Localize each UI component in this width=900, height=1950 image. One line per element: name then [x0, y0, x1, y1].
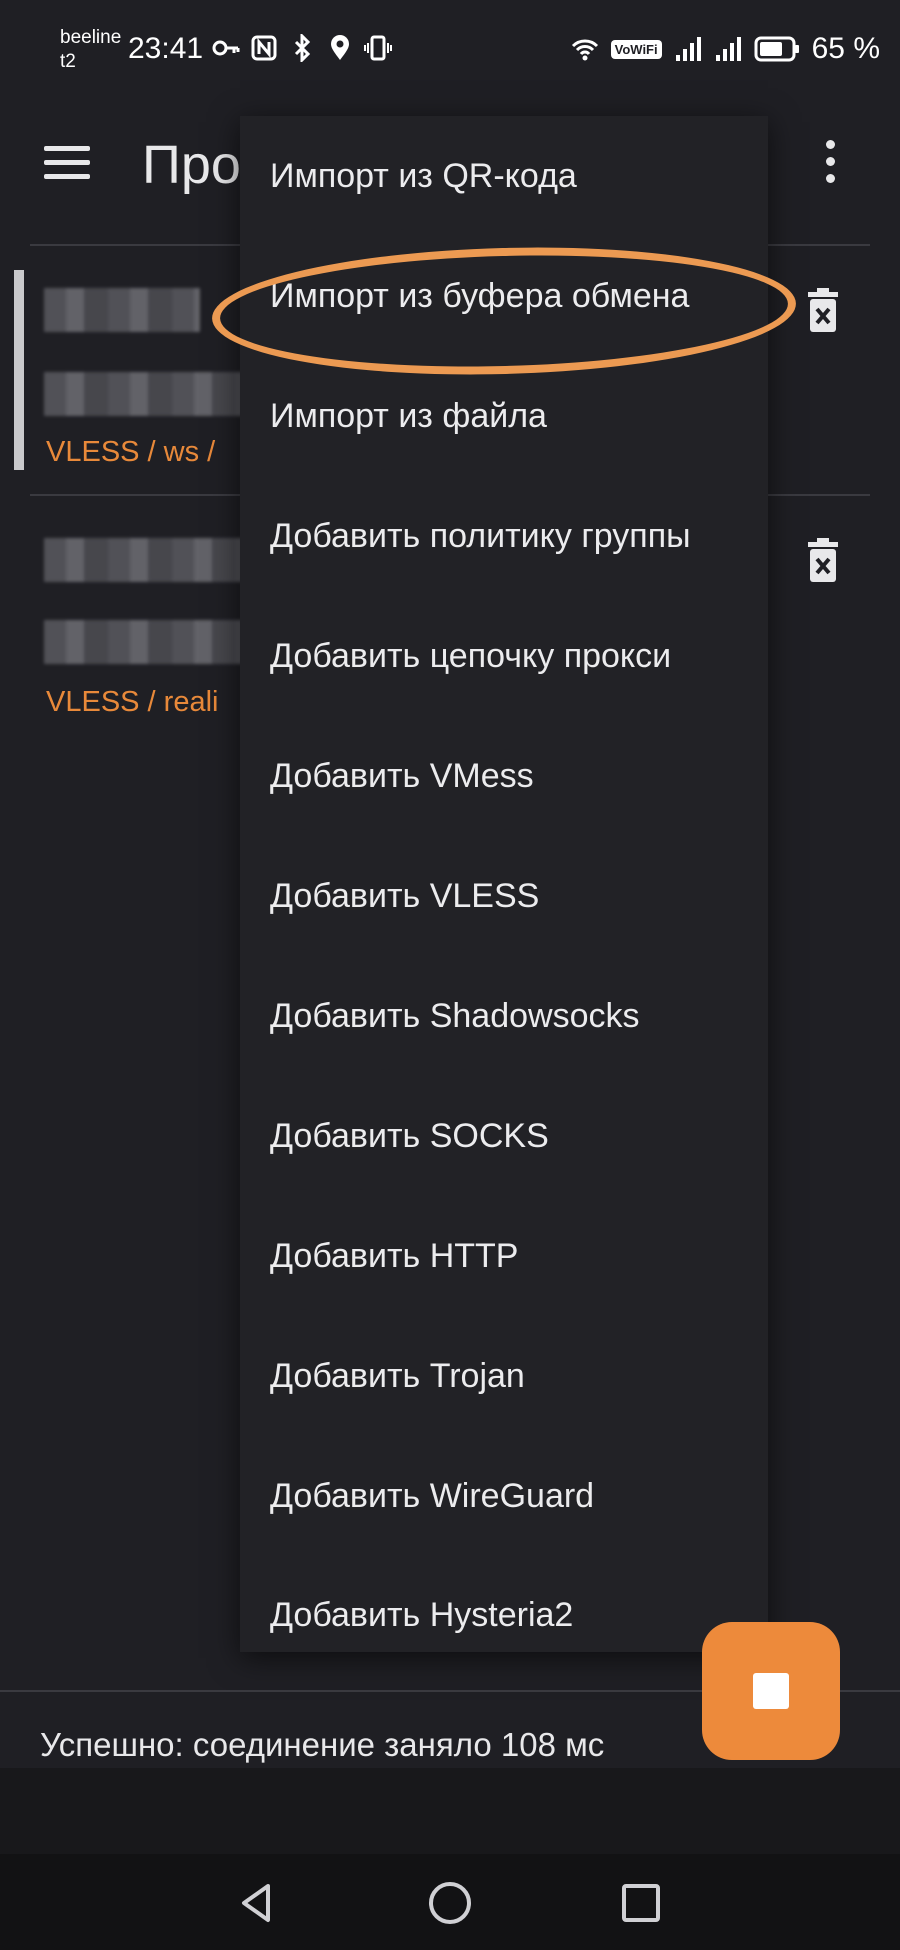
key-icon [212, 40, 240, 56]
menu-item-add-vmess[interactable]: Добавить VMess [240, 716, 768, 836]
page-title: Про [142, 135, 241, 195]
delete-icon[interactable] [806, 538, 840, 584]
proxy-type-label: VLESS / reali [46, 686, 219, 718]
battery-icon [754, 36, 799, 62]
bluetooth-icon [294, 34, 311, 62]
proxy-type-label: VLESS / ws / [46, 436, 216, 468]
location-icon [331, 35, 349, 60]
more-options-icon[interactable] [818, 140, 842, 190]
menu-item-import-qr[interactable]: Импорт из QR-кода [240, 116, 768, 236]
selected-indicator [14, 270, 24, 470]
wifi-icon [571, 39, 598, 61]
hamburger-menu-icon[interactable] [44, 146, 94, 186]
signal-icon [715, 37, 741, 61]
redacted-proxy-name [44, 288, 200, 332]
menu-item-add-http[interactable]: Добавить HTTP [240, 1196, 768, 1316]
carrier-label: beeline t2 [60, 26, 121, 74]
redacted-proxy-name [44, 538, 244, 582]
delete-icon[interactable] [806, 288, 840, 334]
menu-item-add-vless[interactable]: Добавить VLESS [240, 836, 768, 956]
menu-item-add-shadowsocks[interactable]: Добавить Shadowsocks [240, 956, 768, 1076]
back-icon[interactable] [232, 1878, 282, 1928]
menu-item-add-wireguard[interactable]: Добавить WireGuard [240, 1436, 768, 1556]
redacted-proxy-address [44, 620, 244, 664]
carrier-line-2: t2 [60, 51, 76, 72]
menu-item-add-hysteria2[interactable]: Добавить Hysteria2 [240, 1556, 768, 1652]
carrier-line-1: beeline [60, 27, 122, 48]
nfc-icon [251, 35, 277, 61]
menu-item-add-trojan[interactable]: Добавить Trojan [240, 1316, 768, 1436]
battery-percent: 65 % [811, 32, 880, 65]
redacted-proxy-address [44, 372, 244, 416]
connection-status-text: Успешно: соединение заняло 108 мс [40, 1726, 605, 1763]
menu-item-add-socks[interactable]: Добавить SOCKS [240, 1076, 768, 1196]
recents-icon[interactable] [616, 1878, 666, 1928]
status-icons-left [212, 34, 392, 62]
menu-item-add-group-policy[interactable]: Добавить политику группы [240, 476, 768, 596]
stop-icon [753, 1673, 789, 1709]
status-bar: beeline t2 23:41 VoWiFi 65 % [0, 0, 900, 100]
bottom-panel [0, 1768, 900, 1854]
status-icons-right: VoWiFi 65 % [571, 32, 880, 66]
clock: 23:41 [128, 32, 204, 65]
vibrate-icon [364, 35, 392, 61]
vowifi-badge: VoWiFi [610, 39, 662, 59]
navigation-bar [0, 1854, 900, 1950]
stop-button[interactable] [702, 1622, 840, 1760]
home-icon[interactable] [425, 1878, 475, 1928]
signal-icon [675, 37, 701, 61]
menu-item-add-proxy-chain[interactable]: Добавить цепочку прокси [240, 596, 768, 716]
